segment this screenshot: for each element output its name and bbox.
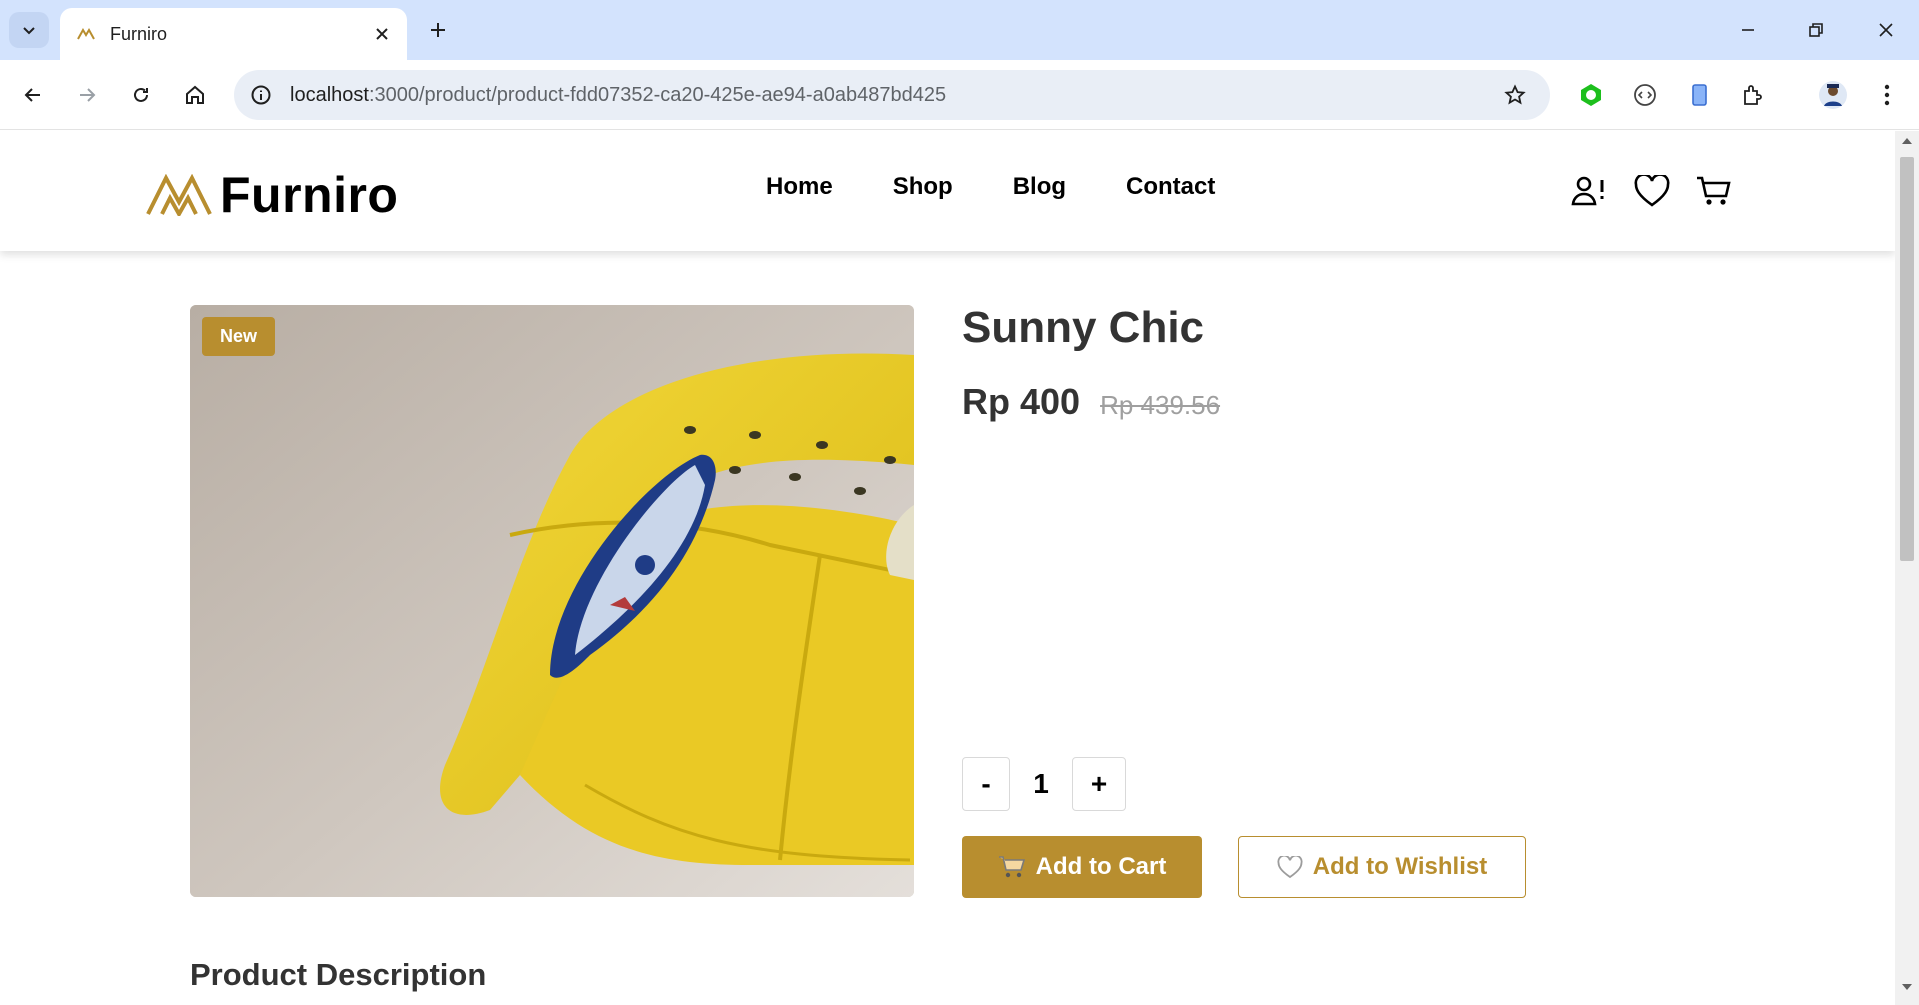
- scrollbar-thumb[interactable]: [1900, 157, 1914, 561]
- avatar: [1819, 81, 1847, 109]
- chevron-down-icon: [23, 27, 35, 35]
- more-vert-icon: [1884, 84, 1890, 106]
- minimize-icon: [1742, 29, 1754, 31]
- page-viewport: Furniro Home Shop Blog Contact New Sunny…: [0, 131, 1895, 1005]
- quantity-value: 1: [1033, 768, 1049, 799]
- site-header: Furniro Home Shop Blog Contact: [0, 131, 1895, 251]
- product-description-heading: Product Description: [190, 957, 487, 992]
- url-text: localhost:3000/product/product-fdd07352-…: [290, 84, 1494, 107]
- star-icon: [1504, 84, 1526, 105]
- new-tab-button[interactable]: [420, 12, 456, 48]
- browser-toolbar: localhost:3000/product/product-fdd07352-…: [0, 60, 1919, 130]
- product-image: New: [190, 305, 914, 897]
- scroll-up-arrow-icon[interactable]: [1895, 135, 1919, 155]
- bookmark-button[interactable]: [1494, 74, 1536, 116]
- header-icons: [1570, 171, 1756, 211]
- close-icon: [1879, 23, 1893, 37]
- heart-icon: [1634, 175, 1670, 207]
- extension-phone-button[interactable]: [1678, 74, 1720, 116]
- green-extension-icon: [1581, 84, 1601, 106]
- nav-contact[interactable]: Contact: [1126, 173, 1215, 201]
- quantity-decrement-button[interactable]: -: [962, 757, 1010, 811]
- product-title: Sunny Chic: [962, 303, 1205, 352]
- scroll-down-arrow-icon[interactable]: [1895, 981, 1919, 1001]
- quantity-increment-button[interactable]: +: [1072, 757, 1126, 811]
- add-to-wishlist-label: Add to Wishlist: [1312, 853, 1488, 880]
- nav-home[interactable]: Home: [766, 173, 833, 201]
- phone-icon: [1692, 84, 1707, 106]
- extension-green-button[interactable]: [1570, 74, 1612, 116]
- tab-search-button[interactable]: [9, 12, 49, 48]
- main-nav: Home Shop Blog Contact: [766, 173, 1275, 201]
- profile-button[interactable]: [1812, 74, 1854, 116]
- page-scrollbar[interactable]: [1895, 131, 1919, 1005]
- reload-icon: [134, 87, 148, 102]
- nav-blog[interactable]: Blog: [1013, 173, 1066, 201]
- address-bar[interactable]: localhost:3000/product/product-fdd07352-…: [234, 70, 1550, 120]
- add-to-wishlist-button[interactable]: Add to Wishlist: [1238, 836, 1526, 898]
- cart-icon: [1697, 176, 1731, 205]
- url-path: :3000/product/product-fdd07352-ca20-425e…: [368, 83, 947, 106]
- sofa-photo: [190, 305, 914, 897]
- nav-shop[interactable]: Shop: [893, 173, 953, 201]
- menu-button[interactable]: [1866, 74, 1908, 116]
- site-info-button[interactable]: [240, 74, 282, 116]
- reload-button[interactable]: [120, 74, 162, 116]
- forward-button[interactable]: [66, 74, 108, 116]
- original-price: Rp 439.56: [1100, 390, 1221, 420]
- quantity-stepper: - 1 +: [962, 757, 1126, 811]
- arrow-right-icon: [80, 88, 96, 102]
- shopping-cart-icon: [998, 855, 1026, 879]
- user-alert-icon: [1571, 176, 1604, 206]
- furniro-favicon-icon: [77, 28, 95, 40]
- furniro-logo-icon: [146, 174, 212, 216]
- add-to-cart-button[interactable]: Add to Cart: [962, 836, 1202, 898]
- restore-icon: [1809, 23, 1823, 37]
- browser-tab[interactable]: Furniro: [60, 8, 407, 60]
- restore-button[interactable]: [1794, 8, 1838, 52]
- extension-code-button[interactable]: [1624, 74, 1666, 116]
- tab-title: Furniro: [110, 23, 168, 44]
- close-icon[interactable]: [365, 17, 399, 51]
- home-icon: [186, 85, 204, 104]
- url-host: localhost: [290, 83, 369, 106]
- info-icon: [251, 85, 271, 105]
- home-button[interactable]: [174, 74, 216, 116]
- add-to-cart-label: Add to Cart: [1035, 853, 1167, 880]
- minimize-button[interactable]: [1726, 8, 1770, 52]
- browser-tab-bar: Furniro: [0, 0, 1919, 60]
- back-button[interactable]: [12, 74, 54, 116]
- site-logo[interactable]: Furniro: [146, 166, 398, 224]
- code-icon: [1634, 84, 1656, 106]
- cart-button[interactable]: [1694, 171, 1734, 211]
- heart-icon: [1277, 855, 1303, 879]
- puzzle-icon: [1744, 85, 1762, 105]
- extensions-button[interactable]: [1732, 74, 1774, 116]
- logo-text: Furniro: [220, 167, 399, 223]
- current-price: Rp 400: [962, 381, 1081, 422]
- plus-icon: [431, 23, 445, 37]
- account-button[interactable]: [1570, 171, 1610, 211]
- new-badge: New: [202, 317, 276, 356]
- wishlist-button[interactable]: [1632, 171, 1672, 211]
- close-window-button[interactable]: [1864, 8, 1908, 52]
- price-row: Rp 400 Rp 439.56: [962, 381, 1220, 423]
- arrow-left-icon: [24, 88, 40, 102]
